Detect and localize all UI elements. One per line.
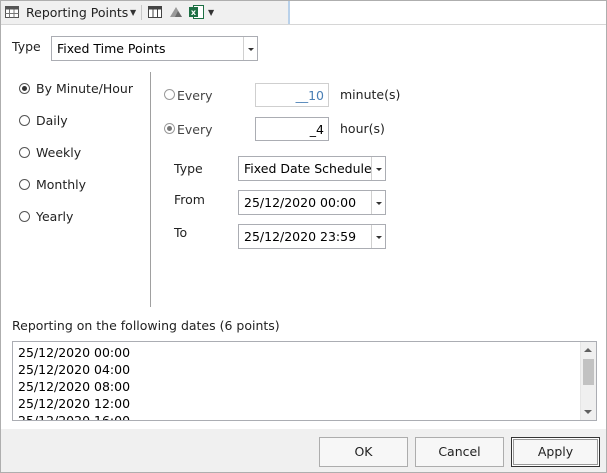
radio-label-by-minute-hour: By Minute/Hour xyxy=(36,81,133,96)
table-icon[interactable] xyxy=(148,5,162,22)
svg-text:x: x xyxy=(191,8,197,17)
schedule-type-select[interactable]: Fixed Date Schedule xyxy=(238,156,386,181)
scroll-up-icon[interactable] xyxy=(584,348,592,352)
from-value: 25/12/2020 00:00 xyxy=(244,195,357,210)
apply-button[interactable]: Apply xyxy=(511,437,600,467)
list-item[interactable]: 25/12/2020 12:00 xyxy=(18,396,130,411)
every-minutes-label: Every xyxy=(177,88,213,103)
scroll-thumb[interactable] xyxy=(583,359,594,385)
radio-every-minutes[interactable] xyxy=(164,89,175,100)
type-select[interactable]: Fixed Time Points xyxy=(51,36,258,61)
chevron-down-icon[interactable]: ▼ xyxy=(130,8,136,17)
toolbar: Reporting Points ▼ x ▼ xyxy=(1,1,606,25)
every-hours-label: Every xyxy=(177,122,213,137)
dates-listbox[interactable]: 25/12/2020 00:00 25/12/2020 04:00 25/12/… xyxy=(12,341,597,421)
radio-label-yearly: Yearly xyxy=(36,209,74,224)
radio-weekly[interactable] xyxy=(19,147,30,158)
every-minutes-value: __10 xyxy=(295,88,324,103)
layers-icon[interactable] xyxy=(169,5,183,22)
chevron-down-icon[interactable] xyxy=(371,191,385,214)
calendar-grid-icon xyxy=(5,5,19,22)
to-value: 25/12/2020 23:59 xyxy=(244,229,357,244)
toolbar-title: Reporting Points xyxy=(26,5,129,20)
chevron-down-icon[interactable] xyxy=(371,225,385,248)
radio-label-monthly: Monthly xyxy=(36,177,87,192)
every-hours-input[interactable]: _4 xyxy=(255,117,329,141)
excel-icon[interactable]: x xyxy=(189,5,204,22)
every-minutes-input[interactable]: __10 xyxy=(255,83,329,107)
from-label: From xyxy=(174,192,205,207)
chevron-down-icon[interactable] xyxy=(243,37,257,60)
list-item[interactable]: 25/12/2020 00:00 xyxy=(18,345,130,360)
to-label: To xyxy=(174,225,188,240)
radio-every-hours[interactable] xyxy=(164,123,175,134)
every-hours-value: _4 xyxy=(309,122,324,137)
radio-label-daily: Daily xyxy=(36,113,68,128)
list-item[interactable]: 25/12/2020 16:00 xyxy=(18,413,130,420)
schedule-type-label: Type xyxy=(174,161,203,176)
radio-monthly[interactable] xyxy=(19,179,30,190)
chevron-down-icon[interactable] xyxy=(371,157,385,180)
to-datetime-picker[interactable]: 25/12/2020 23:59 xyxy=(238,224,386,249)
radio-yearly[interactable] xyxy=(19,211,30,222)
type-label: Type xyxy=(12,39,41,54)
schedule-type-value: Fixed Date Schedule xyxy=(244,161,372,176)
vertical-divider xyxy=(150,72,151,307)
radio-daily[interactable] xyxy=(19,115,30,126)
scroll-down-icon[interactable] xyxy=(584,410,592,414)
dates-heading: Reporting on the following dates (6 poin… xyxy=(12,318,280,333)
from-datetime-picker[interactable]: 25/12/2020 00:00 xyxy=(238,190,386,215)
excel-dropdown-icon[interactable]: ▼ xyxy=(208,8,214,17)
radio-label-weekly: Weekly xyxy=(36,145,82,160)
vertical-scrollbar[interactable] xyxy=(580,342,596,420)
toolbar-separator xyxy=(141,5,142,20)
minutes-unit-label: minute(s) xyxy=(340,87,401,102)
reporting-points-dialog: Reporting Points ▼ x ▼ Type Fixed Time P… xyxy=(0,0,607,473)
type-select-value: Fixed Time Points xyxy=(57,41,166,56)
cancel-button[interactable]: Cancel xyxy=(415,437,504,467)
hours-unit-label: hour(s) xyxy=(340,121,385,136)
list-item[interactable]: 25/12/2020 08:00 xyxy=(18,379,130,394)
ok-button[interactable]: OK xyxy=(319,437,408,467)
radio-by-minute-hour[interactable] xyxy=(19,83,30,94)
list-item[interactable]: 25/12/2020 04:00 xyxy=(18,362,130,377)
reporting-points-tab[interactable]: Reporting Points ▼ x ▼ xyxy=(1,1,290,24)
